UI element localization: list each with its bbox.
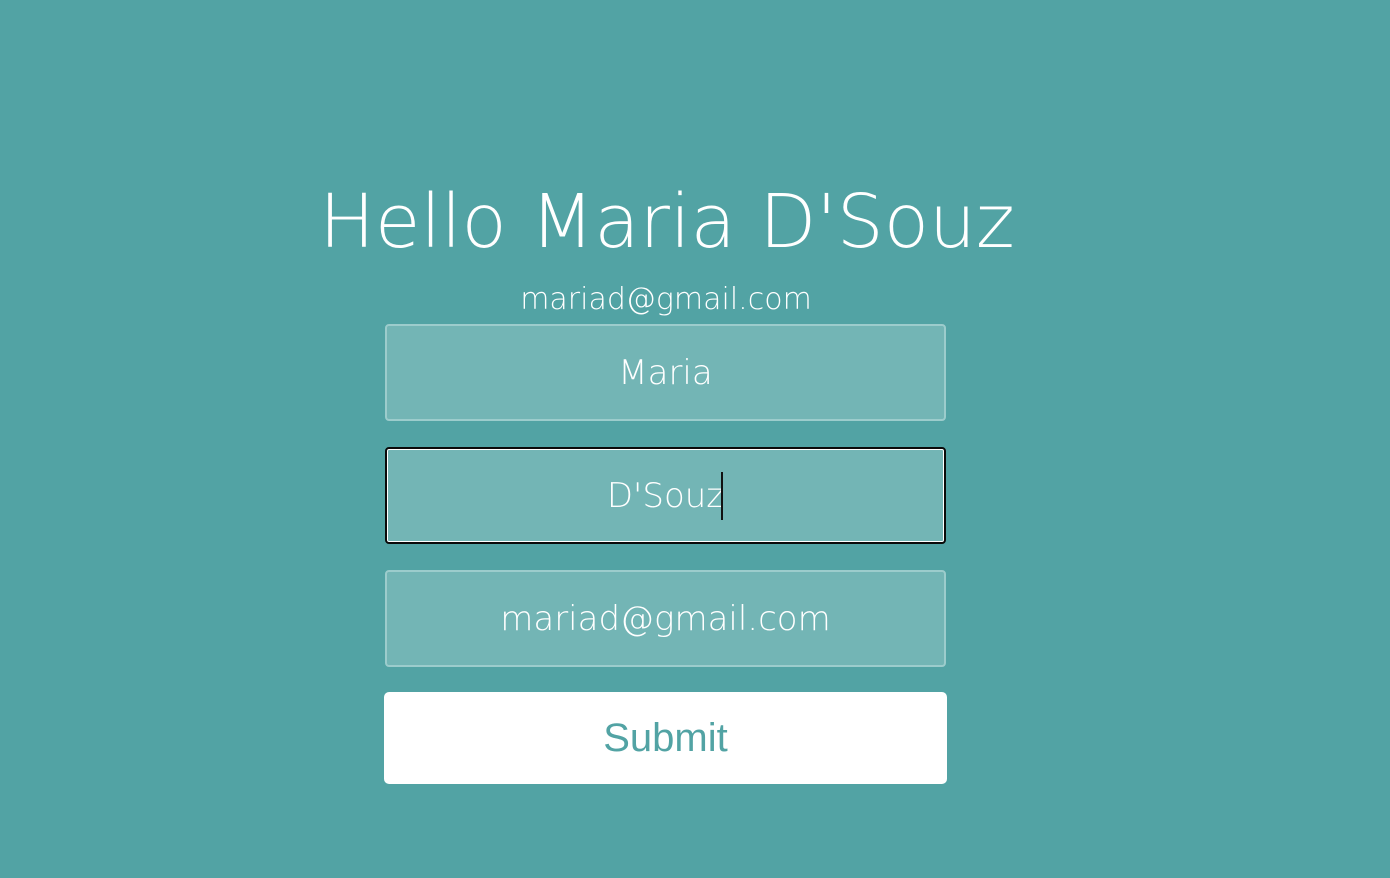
text-cursor [721, 472, 723, 520]
email-input[interactable] [385, 570, 946, 667]
submit-button[interactable]: Submit [384, 692, 947, 784]
email-display: mariad@gmail.com [520, 282, 812, 317]
first-name-input[interactable] [385, 324, 946, 421]
greeting-heading: Hello Maria D'Souz [319, 179, 1015, 265]
last-name-input[interactable] [385, 447, 946, 544]
